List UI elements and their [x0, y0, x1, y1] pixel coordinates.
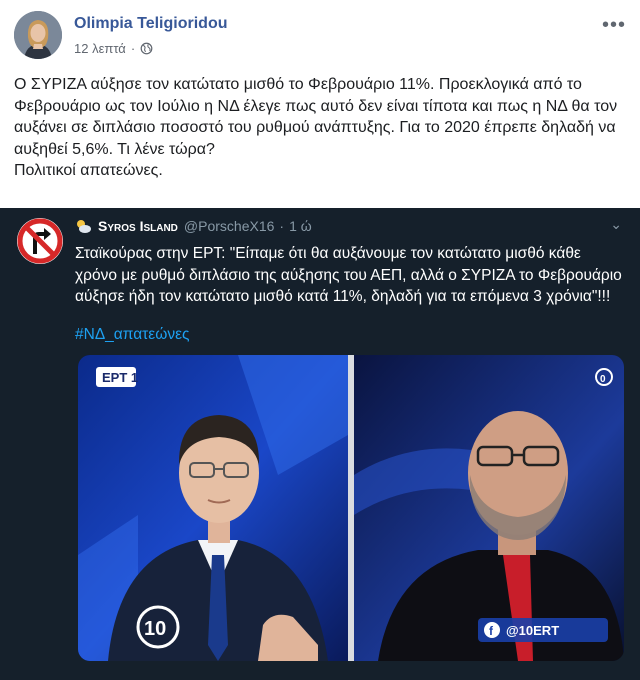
right-video-panel: 0 f @10ERT: [354, 355, 624, 661]
tweet-author-name[interactable]: Syros Island: [98, 218, 178, 234]
post-text: Ο ΣΥΡΙΖΑ αύξησε τον κατώτατο μισθό το Φε…: [14, 74, 628, 182]
bottom-channel-logo: 10: [144, 618, 166, 640]
globe-icon[interactable]: [140, 42, 153, 55]
post-meta: 12 λεπτά ·: [74, 41, 153, 56]
tweet-header: Syros Island @PorscheX16 · 1 ώ: [75, 218, 312, 234]
shared-tweet[interactable]: Syros Island @PorscheX16 · 1 ώ ⌄ Σταϊκού…: [0, 208, 640, 680]
no-right-turn-icon[interactable]: [15, 216, 65, 266]
tweet-text-body: Σταϊκούρας στην ΕΡΤ: "Είπαμε ότι θα αυξά…: [75, 245, 622, 305]
split-divider: [348, 355, 354, 661]
tweet-author-handle[interactable]: @PorscheX16: [184, 218, 274, 234]
post-header: Olimpia Teligioridou 12 λεπτά · •••: [0, 0, 640, 72]
social-tag: @10ERT: [506, 623, 559, 638]
avatar-image: [14, 11, 62, 59]
author-avatar[interactable]: [14, 11, 62, 59]
post-text-paragraph: Πολιτικοί απατεώνες.: [14, 162, 163, 179]
left-video-panel: ΕΡΤ 1 10: [78, 355, 348, 661]
more-options-button[interactable]: •••: [602, 14, 626, 37]
corner-badge: 0: [600, 374, 606, 385]
tweet-text: Σταϊκούρας στην ΕΡΤ: "Είπαμε ότι θα αυξά…: [75, 243, 625, 308]
cloud-sun-icon: [77, 220, 91, 233]
tweet-media[interactable]: ΕΡΤ 1 10 0 f @10ERT: [78, 355, 624, 661]
channel-logo: ΕΡΤ 1: [102, 370, 138, 385]
split-screen-video-frame: ΕΡΤ 1 10 0 f @10ERT: [78, 355, 624, 661]
chevron-down-icon[interactable]: ⌄: [610, 216, 622, 233]
post-time[interactable]: 12 λεπτά: [74, 41, 126, 56]
tweet-separator: ·: [279, 218, 285, 234]
post-text-paragraph: Ο ΣΥΡΙΖΑ αύξησε τον κατώτατο μισθό το Φε…: [14, 76, 618, 158]
tweet-hashtag[interactable]: #ΝΔ_απατεώνες: [75, 326, 189, 344]
author-name[interactable]: Olimpia Teligioridou: [74, 15, 227, 33]
meta-separator: ·: [130, 41, 136, 56]
tweet-time[interactable]: 1 ώ: [289, 218, 312, 234]
